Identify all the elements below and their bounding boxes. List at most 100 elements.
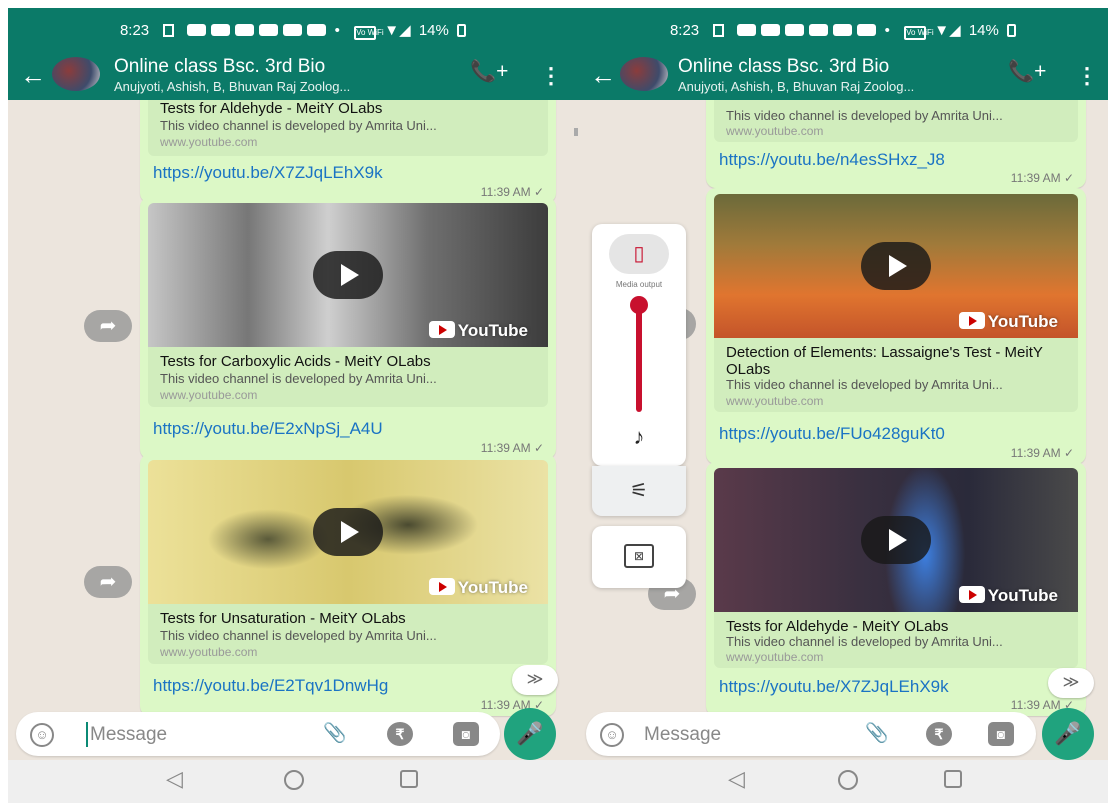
speaker-icon: ▯ [633, 243, 645, 265]
back-arrow-icon[interactable]: ← [20, 60, 46, 91]
payment-icon[interactable]: ₹ [926, 722, 952, 746]
preview-domain: www.youtube.com [726, 124, 824, 138]
message-link[interactable]: https://youtu.be/X7ZJqLEhX9k [153, 163, 383, 183]
equalizer-icon: ⚟ [630, 480, 648, 502]
back-arrow-icon[interactable]: ← [590, 60, 616, 91]
play-button[interactable] [861, 242, 931, 290]
youtube-notification-icon [306, 24, 326, 36]
battery-icon [1007, 24, 1017, 37]
link-preview[interactable]: YouTube Tests for Carboxylic Acids - Mei… [148, 203, 548, 407]
youtube-logo: YouTube [428, 321, 528, 341]
preview-description: This video channel is developed by Amrit… [160, 628, 437, 643]
forward-icon[interactable]: ➦ [84, 566, 132, 598]
forward-icon[interactable]: ➦ [84, 310, 132, 342]
equalizer-button[interactable]: ⚟ [592, 466, 686, 516]
cast-off-icon[interactable]: ⊠ [624, 544, 654, 568]
group-title[interactable]: Online class Bsc. 3rd Bio [678, 56, 889, 78]
message-time: 11:39 AM ✓ [1010, 171, 1074, 185]
message-link[interactable]: https://youtu.be/E2xNpSj_A4U [153, 419, 383, 439]
message-input-bar[interactable]: ☺ Message 📎 ₹ ◙ [586, 712, 1036, 756]
youtube-icon [958, 312, 985, 329]
youtube-icon [958, 586, 985, 603]
attach-icon[interactable]: 📎 [322, 722, 348, 746]
group-members[interactable]: Anujyoti, Ashish, B, Bhuvan Raj Zoolog..… [678, 79, 914, 94]
link-preview[interactable]: YouTube Detection of Elements: Lassaigne… [714, 194, 1078, 412]
battery-percent: 14% [418, 22, 449, 39]
attach-icon[interactable]: 📎 [864, 722, 890, 746]
message-time: 11:39 AM ✓ [480, 441, 544, 455]
group-title[interactable]: Online class Bsc. 3rd Bio [114, 56, 325, 78]
youtube-logo: YouTube [428, 578, 528, 598]
media-output-label: Media output [615, 280, 663, 289]
left-phone-screenshot: 8:23 • Vo WiFi ▼◢ 14% ← Online class Bsc… [8, 8, 578, 803]
status-time: 8:23 [119, 22, 150, 39]
message-bubble[interactable]: YouTube Tests for Carboxylic Acids - Mei… [140, 197, 556, 459]
emoji-icon[interactable]: ☺ [30, 723, 54, 747]
volume-slider-thumb[interactable] [630, 296, 648, 314]
video-thumbnail[interactable]: YouTube [714, 468, 1078, 612]
status-bar: 8:23 • Vo WiFi ▼◢ 14% [8, 21, 578, 40]
play-button[interactable] [861, 516, 931, 564]
message-link[interactable]: https://youtu.be/X7ZJqLEhX9k [719, 677, 949, 697]
nav-back-icon[interactable]: ◁ [728, 766, 745, 792]
media-output-button[interactable]: ▯ [609, 234, 669, 274]
right-phone-screenshot: 8:23 • Vo WiFi ▼◢ 14% ← Online class Bsc… [578, 8, 1108, 803]
video-thumbnail[interactable]: YouTube [148, 460, 548, 604]
wifi-signal-icon: ▼◢ [934, 22, 961, 39]
youtube-logo: YouTube [958, 312, 1058, 332]
menu-icon[interactable]: ⋮ [540, 63, 562, 89]
scroll-down-button[interactable]: ≫ [512, 665, 558, 695]
preview-title: Tests for Unsaturation - MeitY OLabs [160, 610, 406, 627]
preview-domain: www.youtube.com [160, 135, 258, 149]
message-input[interactable]: Message [90, 724, 167, 746]
group-avatar[interactable] [620, 57, 668, 91]
youtube-notification-icon [736, 24, 756, 36]
add-call-icon[interactable]: 📞+ [470, 60, 508, 84]
youtube-notification-icon [784, 24, 804, 36]
volume-slider[interactable] [636, 304, 642, 412]
message-link[interactable]: https://youtu.be/E2Tqv1DnwHg [153, 676, 388, 696]
wifi-signal-icon: ▼◢ [384, 22, 411, 39]
nav-home-icon[interactable] [284, 770, 304, 790]
play-button[interactable] [313, 251, 383, 299]
camera-icon[interactable]: ◙ [988, 722, 1014, 746]
video-thumbnail[interactable]: YouTube [148, 203, 548, 347]
nav-recents-icon[interactable] [944, 770, 962, 788]
link-preview[interactable]: YouTube Tests for Aldehyde - MeitY OLabs… [714, 468, 1078, 668]
menu-icon[interactable]: ⋮ [1076, 63, 1098, 89]
video-thumbnail[interactable]: YouTube [714, 194, 1078, 338]
mic-button[interactable]: 🎤 [1042, 708, 1094, 760]
nav-recents-icon[interactable] [400, 770, 418, 788]
youtube-logo: YouTube [958, 586, 1058, 606]
add-call-icon[interactable]: 📞+ [1008, 60, 1046, 84]
message-input-bar[interactable]: ☺ Message 📎 ₹ ◙ [16, 712, 500, 756]
message-input[interactable]: Message [644, 724, 721, 746]
message-bubble[interactable]: YouTube Tests for Unsaturation - MeitY O… [140, 454, 556, 716]
vowifi-icon: Vo WiFi [904, 26, 934, 40]
camera-icon[interactable]: ◙ [453, 722, 479, 746]
group-members[interactable]: Anujyoti, Ashish, B, Bhuvan Raj Zoolog..… [114, 79, 350, 94]
music-note-icon[interactable]: ♪ [592, 424, 686, 450]
scroll-down-button[interactable]: ≫ [1048, 668, 1094, 698]
nav-home-icon[interactable] [838, 770, 858, 790]
play-button[interactable] [313, 508, 383, 556]
youtube-notification-icon [282, 24, 302, 36]
preview-title: Tests for Carboxylic Acids - MeitY OLabs [160, 353, 431, 370]
preview-description: This video channel is developed by Amrit… [160, 371, 437, 386]
preview-title: Tests for Aldehyde - MeitY OLabs [160, 100, 383, 117]
payment-icon[interactable]: ₹ [387, 722, 413, 746]
message-link[interactable]: https://youtu.be/n4esSHxz_J8 [719, 150, 945, 170]
message-bubble[interactable]: YouTube Tests for Aldehyde - MeitY OLabs… [706, 462, 1086, 716]
youtube-notification-icon [234, 24, 254, 36]
preview-domain: www.youtube.com [726, 650, 824, 664]
preview-description: This video channel is developed by Amrit… [726, 634, 1003, 649]
preview-domain: www.youtube.com [160, 388, 258, 402]
link-preview[interactable]: YouTube Tests for Unsaturation - MeitY O… [148, 460, 548, 664]
message-link[interactable]: https://youtu.be/FUo428guKt0 [719, 424, 945, 444]
group-avatar[interactable] [52, 57, 100, 91]
preview-description: This video channel is developed by Amrit… [726, 377, 1003, 392]
emoji-icon[interactable]: ☺ [600, 723, 624, 747]
nav-back-icon[interactable]: ◁ [166, 766, 183, 792]
message-bubble[interactable]: YouTube Detection of Elements: Lassaigne… [706, 188, 1086, 464]
mic-button[interactable]: 🎤 [504, 708, 556, 760]
